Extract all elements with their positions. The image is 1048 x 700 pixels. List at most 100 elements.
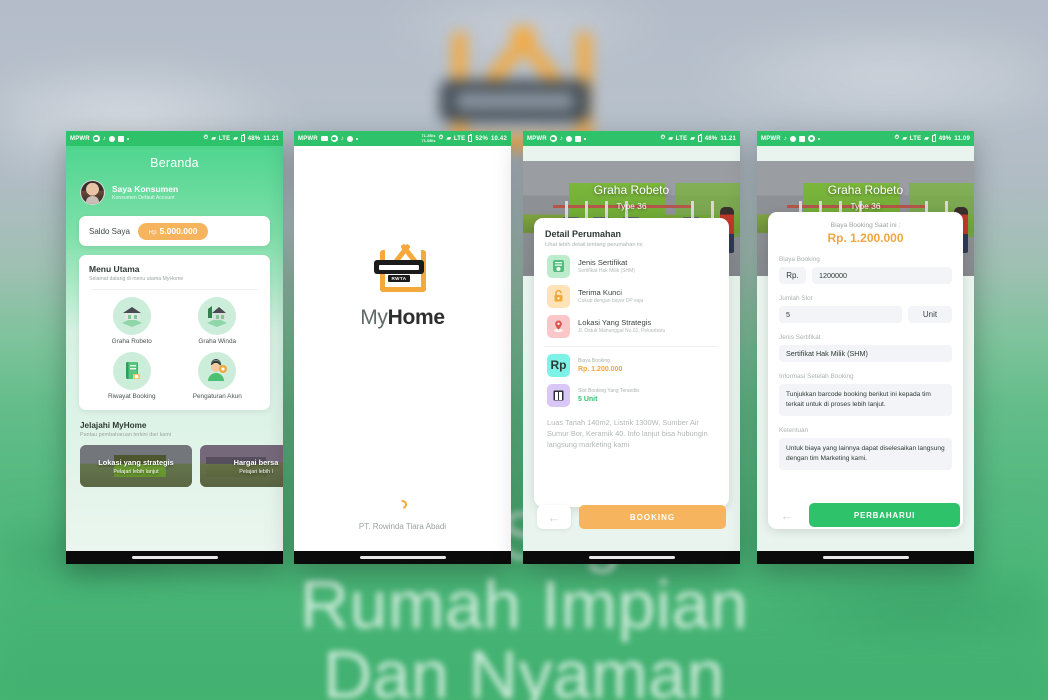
app-logo-icon: RWTA bbox=[372, 242, 434, 294]
system-nav-bar bbox=[294, 551, 511, 564]
alarm-icon: ⏱ bbox=[894, 135, 900, 141]
whatsapp-icon bbox=[330, 135, 338, 142]
clock-label: 11.09 bbox=[954, 135, 970, 142]
menu-item-graha-robeto[interactable]: Graha Robeto bbox=[89, 297, 175, 345]
menu-item-label: Pengaturan Akun bbox=[192, 393, 242, 400]
carrier-label: MPWR bbox=[527, 135, 547, 142]
biaya-booking-label: Biaya Booking bbox=[779, 256, 820, 263]
hero-title: Graha Robeto bbox=[593, 183, 670, 197]
menu-item-label: Graha Winda bbox=[198, 338, 237, 345]
rupiah-icon: Rp bbox=[547, 353, 570, 377]
explore-card[interactable]: Lokasi yang strategis Pelajari lebih lan… bbox=[80, 445, 192, 487]
back-button[interactable]: ← bbox=[771, 503, 803, 527]
clock-label: 11.21 bbox=[720, 135, 736, 142]
alarm-icon: ⏱ bbox=[438, 135, 444, 141]
detail-description: Luas Tanah 140m2, Listrik 1300W, Sumber … bbox=[547, 417, 708, 450]
explore-section: Jelajahi MyHome Pantau pembaharuan terki… bbox=[66, 410, 283, 487]
avatar[interactable] bbox=[80, 180, 105, 205]
circle-icon bbox=[347, 135, 353, 142]
menu-subtitle: Selamat datang di menu utama MyHome bbox=[89, 276, 184, 282]
circle-icon bbox=[566, 135, 572, 142]
jenis-sertifikat-input[interactable]: Sertifikat Hak Milik (SHM) bbox=[779, 345, 952, 362]
app-name-suffix: Home bbox=[387, 306, 445, 329]
back-button[interactable]: ← bbox=[537, 505, 571, 529]
music-note-icon: ♪ bbox=[340, 135, 344, 142]
jumlah-slot-input[interactable]: 5 bbox=[779, 306, 902, 323]
phone-screen-splash: MPWR ♪ 71.2B/s 71.6B/s ⏱ ▰ LTE 52% 10.42… bbox=[294, 131, 511, 564]
jenis-sertifikat-label: Jenis Sertifikat bbox=[779, 334, 821, 341]
company-label: PT. Rowinda Tiara Abadi bbox=[358, 522, 447, 531]
current-fee-value: Rp. 1.200.000 bbox=[827, 231, 904, 245]
battery-label: 48% bbox=[704, 135, 718, 142]
home-indicator[interactable] bbox=[131, 556, 218, 559]
signal-icon: ▰ bbox=[446, 136, 451, 142]
network-label: LTE bbox=[909, 135, 922, 142]
book-money-icon bbox=[112, 352, 151, 390]
status-bar: MPWR ♪ ⏱ ▰ LTE ▰ 48% 11.21 bbox=[523, 131, 740, 146]
battery-icon bbox=[240, 134, 245, 142]
profile-header: Saya Konsumen Konsumen Default Account bbox=[66, 170, 283, 205]
home-indicator[interactable] bbox=[359, 556, 446, 559]
location-pin-icon bbox=[547, 314, 570, 338]
ketentuan-label: Ketentuan bbox=[779, 426, 809, 434]
battery-label: 48% bbox=[247, 135, 261, 142]
user-gear-icon bbox=[198, 352, 237, 390]
detail-row-lokasi: Lokasi Yang Strategis Jl. Datuk Manungga… bbox=[545, 308, 718, 338]
menu-item-label: Graha Robeto bbox=[111, 338, 152, 345]
carrier-label: MPWR bbox=[70, 135, 90, 142]
menu-item-pengaturan-akun[interactable]: Pengaturan Akun bbox=[175, 352, 261, 400]
key-lock-icon bbox=[547, 284, 570, 308]
home-indicator[interactable] bbox=[588, 556, 675, 559]
menu-item-riwayat-booking[interactable]: Riwayat Booking bbox=[89, 352, 175, 400]
clock-label: 11.21 bbox=[263, 135, 279, 142]
explore-card-heading: Hargai bersa bbox=[233, 457, 279, 467]
detail-row-biaya: Rp Biaya Booking Rp. 1.200.000 bbox=[545, 347, 718, 377]
explore-card[interactable]: Hargai bersa Pelajari lebih l bbox=[200, 445, 283, 487]
circle-icon bbox=[790, 135, 796, 142]
informasi-textarea[interactable]: Tunjukkan barcode booking berikut ini ke… bbox=[779, 384, 952, 416]
hero-subtitle: Type 36 bbox=[850, 201, 881, 211]
signal-icon: ▰ bbox=[211, 136, 216, 142]
detail-row-title: Lokasi Yang Strategis bbox=[578, 317, 652, 327]
battery-icon bbox=[931, 134, 936, 142]
detail-row-value: 5 Unit bbox=[578, 395, 598, 403]
detail-row-title: Jenis Sertifikat bbox=[578, 257, 628, 267]
menu-grid: Graha Robeto Graha Winda Riwayat Booking… bbox=[89, 297, 260, 400]
music-note-icon: ♪ bbox=[783, 135, 787, 142]
booking-button[interactable]: BOOKING bbox=[579, 505, 726, 529]
home-indicator[interactable] bbox=[822, 556, 909, 559]
ketentuan-textarea[interactable]: Untuk biaya yang lainnya dapat diselesai… bbox=[779, 437, 952, 470]
balance-amount-badge: Rp 5.000.000 bbox=[137, 222, 209, 240]
menu-title: Menu Utama bbox=[89, 264, 140, 274]
balance-card[interactable]: Saldo Saya Rp 5.000.000 bbox=[79, 216, 270, 246]
balance-label: Saldo Saya bbox=[89, 226, 130, 236]
phone-screen-beranda: MPWR ♪ ⏱ ▰ LTE ▰ 48% 11.21 Beranda Saya … bbox=[66, 131, 283, 564]
circle-icon bbox=[109, 135, 115, 142]
detail-row-sub: Cukup dengan bayar DP saja bbox=[578, 298, 644, 305]
status-bar: MPWR ♪ ⏱ ▰ LTE ▰ 49% 11.09 bbox=[757, 131, 974, 146]
booking-footer: ← PERBAHARUI bbox=[757, 500, 974, 530]
profile-subtitle: Konsumen Default Account bbox=[112, 195, 175, 202]
square-icon bbox=[799, 135, 805, 142]
detail-sheet: Detail Perumahan Lihat lebih detail tent… bbox=[534, 218, 729, 507]
biaya-booking-input[interactable]: 1200000 bbox=[812, 267, 952, 284]
booklet-icon bbox=[547, 383, 570, 407]
phone-screen-booking-form: MPWR ♪ ⏱ ▰ LTE ▰ 49% 11.09 Graha Robeto … bbox=[757, 131, 974, 564]
profile-name: Saya Konsumen bbox=[112, 183, 179, 194]
perbaharui-button[interactable]: PERBAHARUI bbox=[809, 503, 960, 527]
explore-card-caption: Pelajari lebih l bbox=[239, 468, 273, 475]
status-bar: MPWR ♪ ⏱ ▰ LTE ▰ 48% 11.21 bbox=[66, 131, 283, 146]
explore-card-caption: Pelajari lebih lanjut bbox=[113, 468, 159, 475]
detail-row-value: Rp. 1.200.000 bbox=[578, 365, 623, 373]
menu-item-graha-winda[interactable]: Graha Winda bbox=[175, 297, 261, 345]
signal-icon: ▰ bbox=[668, 136, 673, 142]
app-name: MyHome bbox=[360, 306, 445, 330]
alarm-icon: ⏱ bbox=[203, 135, 209, 141]
music-note-icon: ♪ bbox=[559, 135, 563, 142]
app-name-prefix: My bbox=[360, 306, 388, 329]
headline-line-3: Dan Nyaman bbox=[323, 636, 725, 700]
signal2-icon: ▰ bbox=[690, 136, 695, 142]
house-tree-icon bbox=[198, 297, 237, 335]
hero-subtitle: Type 36 bbox=[616, 201, 647, 211]
music-note-icon: ♪ bbox=[102, 135, 106, 142]
